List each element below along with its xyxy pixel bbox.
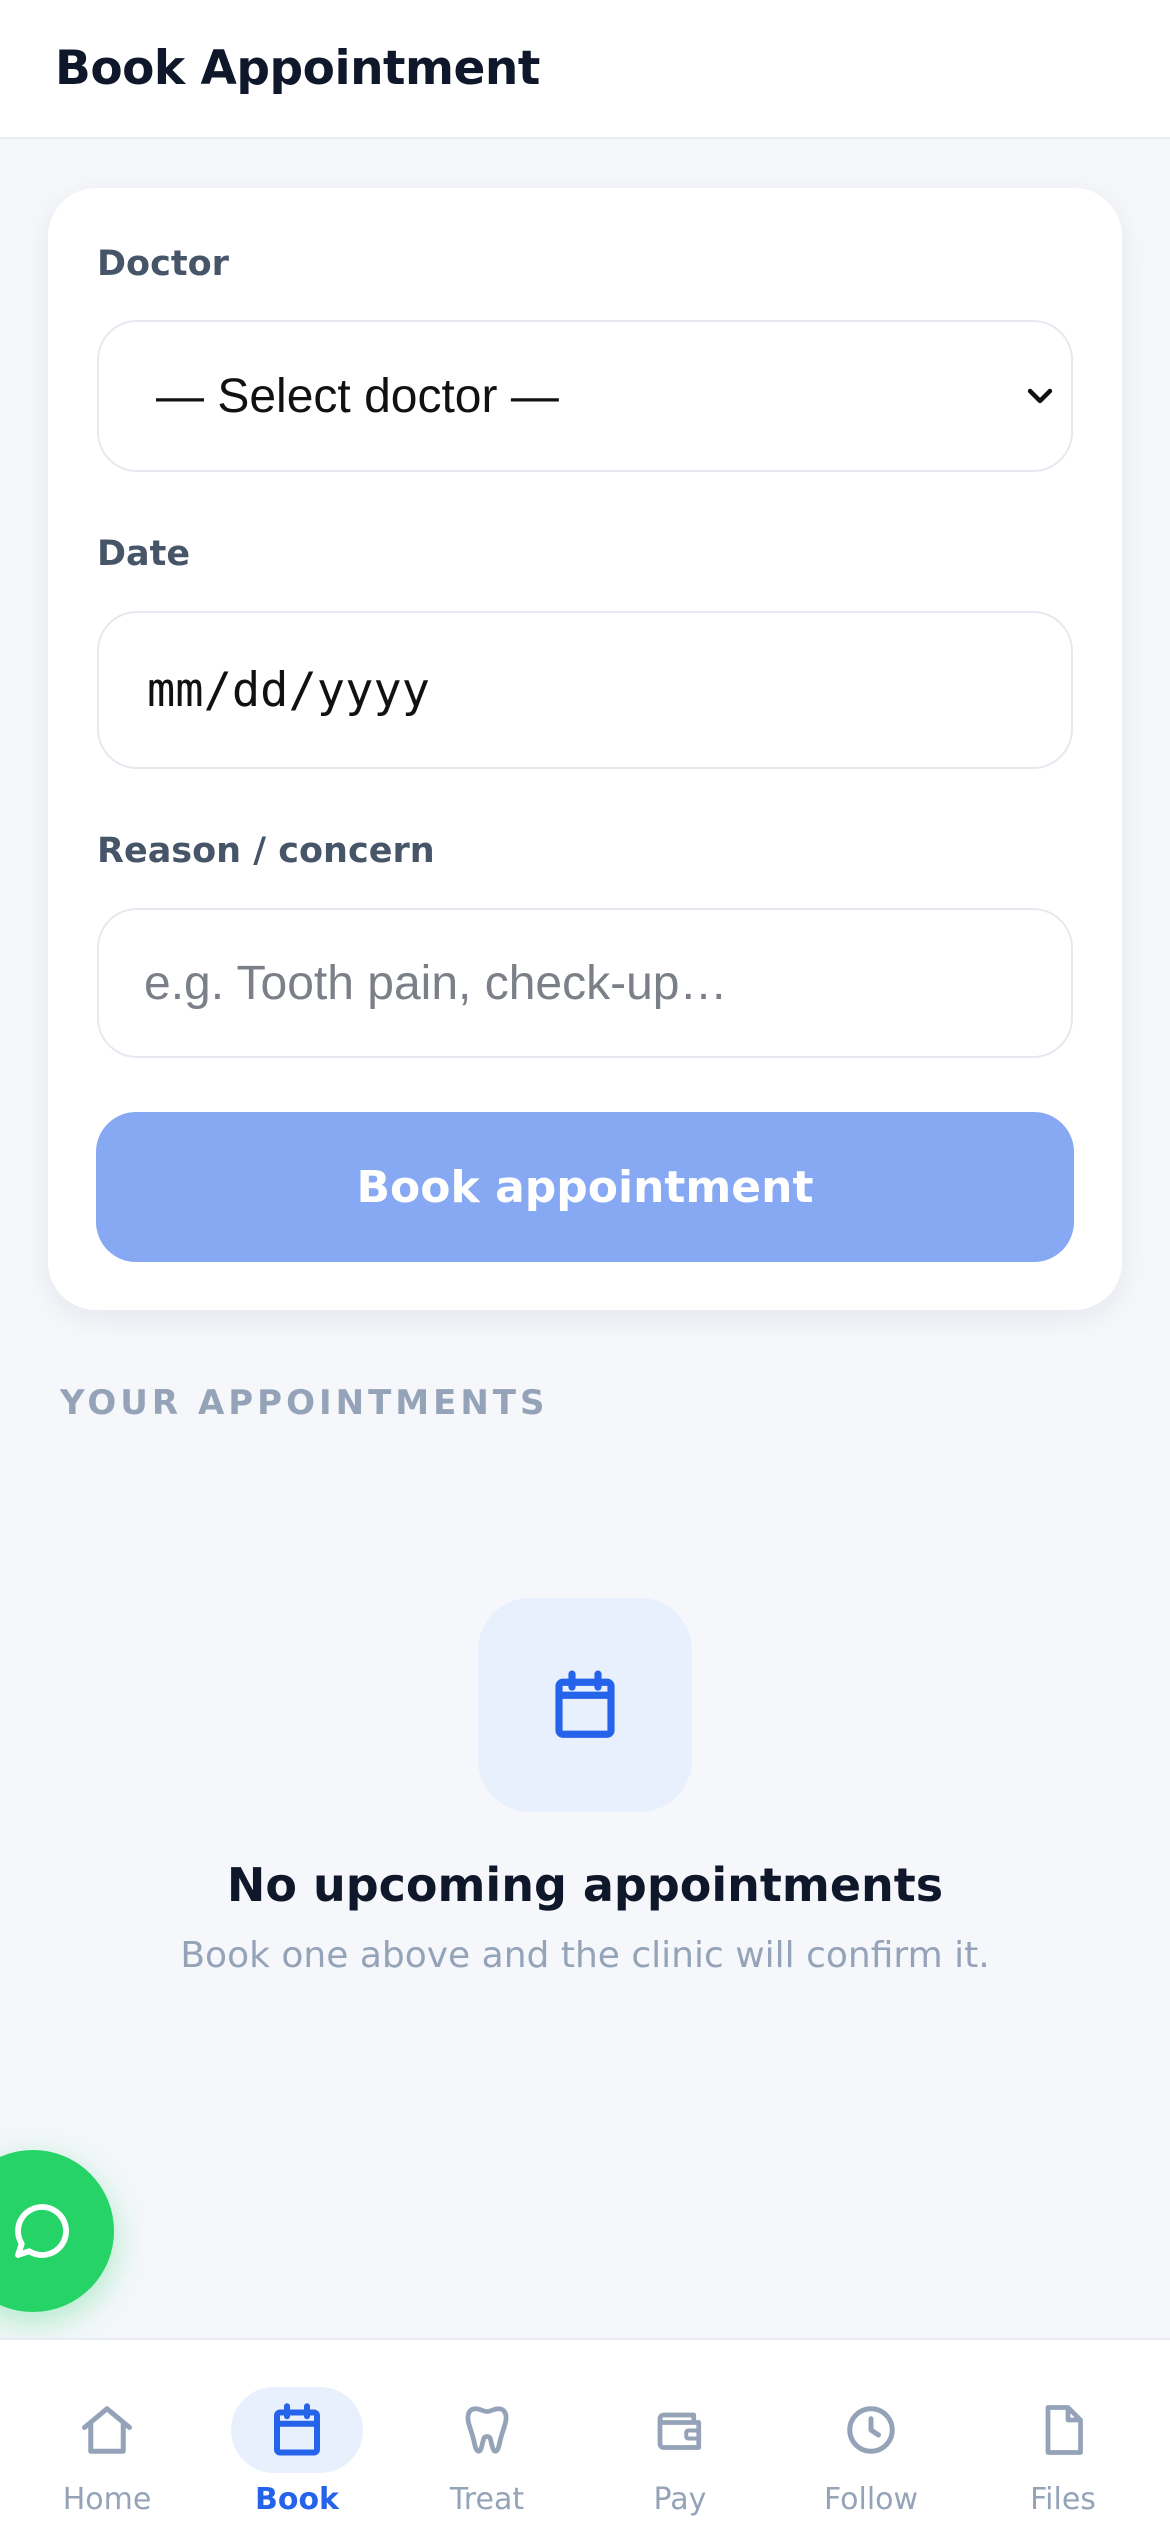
calendar-icon xyxy=(274,2403,320,2456)
nav-item-treat[interactable]: Treat xyxy=(392,2340,582,2532)
nav-item-pay[interactable]: Pay xyxy=(585,2340,775,2532)
reason-input[interactable]: e.g. Tooth pain, check-up… xyxy=(97,908,1073,1058)
booking-form-card: Doctor — Select doctor — Date mm/dd/yyyy… xyxy=(48,188,1122,1310)
empty-state-title: No upcoming appointments xyxy=(226,1858,944,1912)
nav-label: Treat xyxy=(449,2482,525,2517)
date-input-value: mm/dd/yyyy xyxy=(147,662,430,718)
nav-item-home[interactable]: Home xyxy=(12,2340,202,2532)
nav-item-files[interactable]: Files xyxy=(968,2340,1158,2532)
doctor-select-value: — Select doctor — xyxy=(156,369,559,423)
book-appointment-screen: Book Appointment Doctor — Select doctor … xyxy=(0,0,1170,2532)
nav-label: Files xyxy=(1030,2482,1096,2517)
nav-label: Home xyxy=(62,2482,152,2517)
nav-label: Pay xyxy=(653,2482,707,2517)
wallet-icon xyxy=(657,2412,702,2450)
doctor-select[interactable]: — Select doctor — xyxy=(97,320,1073,472)
appointments-section-title: YOUR APPOINTMENTS xyxy=(60,1383,549,1423)
nav-item-book[interactable]: Book xyxy=(202,2340,392,2532)
app-header: Book Appointment xyxy=(0,0,1170,139)
calendar-icon xyxy=(555,1670,615,1738)
nav-item-follow[interactable]: Follow xyxy=(776,2340,966,2532)
tooth-icon xyxy=(465,2406,509,2454)
chevron-down-icon xyxy=(1027,388,1053,404)
bottom-nav: Home Book Treat Pay Follow Files xyxy=(0,2338,1170,2532)
clock-icon xyxy=(847,2406,895,2454)
file-icon xyxy=(1045,2405,1083,2455)
home-icon xyxy=(82,2406,132,2454)
reason-input-placeholder: e.g. Tooth pain, check-up… xyxy=(144,956,728,1010)
page-title: Book Appointment xyxy=(55,41,540,96)
nav-label: Follow xyxy=(823,2482,919,2517)
date-label: Date xyxy=(97,534,191,574)
doctor-label: Doctor xyxy=(97,244,229,284)
date-input[interactable]: mm/dd/yyyy xyxy=(97,611,1073,769)
empty-state-icon-container xyxy=(478,1598,692,1812)
empty-state-subtitle: Book one above and the clinic will confi… xyxy=(180,1935,990,1976)
reason-label: Reason / concern xyxy=(97,831,435,871)
book-appointment-button[interactable]: Book appointment xyxy=(96,1112,1074,1262)
chat-button[interactable] xyxy=(0,2150,114,2312)
nav-label: Book xyxy=(254,2482,340,2517)
chat-bubble-icon xyxy=(15,2204,69,2258)
